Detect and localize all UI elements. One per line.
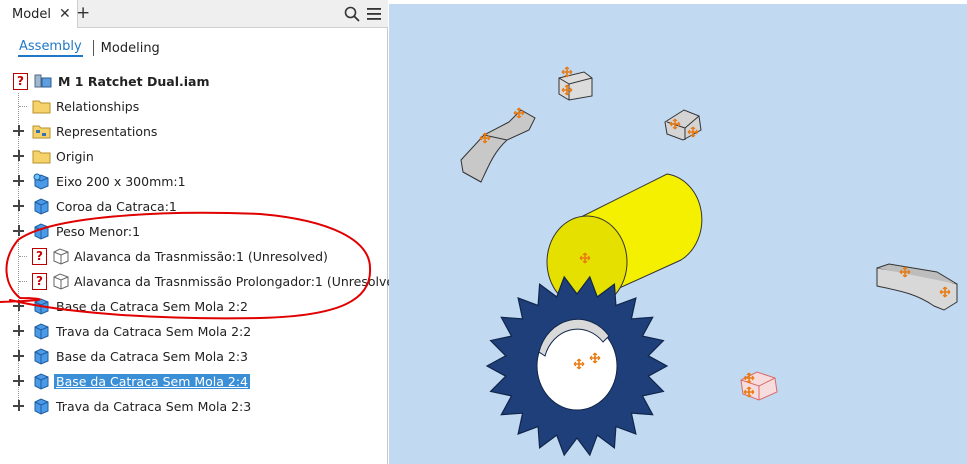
mode-switcher: Assembly Modeling (18, 37, 160, 59)
expand-icon[interactable] (13, 200, 24, 211)
tree-branch-line (19, 281, 27, 282)
top-ruler-strip (389, 0, 967, 4)
representations-folder-icon (32, 125, 51, 139)
tree-item-alavanca[interactable]: ? Alavanca da Trasnmissão:1 (Unresolved) (32, 245, 328, 267)
tree-item-eixo[interactable]: Eixo 200 x 300mm:1 (32, 170, 186, 192)
part-icon (34, 198, 49, 215)
right-lever-part[interactable] (876, 263, 958, 311)
expand-icon[interactable] (13, 325, 24, 336)
tree-item-label: Base da Catraca Sem Mola 2:3 (56, 348, 249, 364)
tree-item-label-selected: Base da Catraca Sem Mola 2:4 (54, 373, 251, 389)
tab-model-label: Model (12, 6, 52, 22)
part-icon (34, 348, 49, 365)
tree-item-coroa[interactable]: Coroa da Catraca:1 (32, 195, 177, 217)
unresolved-icon: ? (32, 247, 47, 265)
expand-icon[interactable] (13, 300, 24, 311)
close-icon[interactable]: ✕ (59, 6, 71, 22)
menu-icon[interactable] (366, 6, 382, 22)
expand-icon[interactable] (13, 150, 24, 161)
tree-item-label: Relationships (56, 98, 140, 114)
unresolved-icon: ? (32, 272, 47, 290)
tree-item-peso-menor[interactable]: Peso Menor:1 (32, 220, 140, 242)
part-icon (34, 323, 49, 340)
add-tab-icon[interactable]: + (76, 3, 90, 23)
expand-icon[interactable] (13, 225, 24, 236)
folder-icon (32, 150, 51, 164)
tree-item-label: Alavanca da Trasnmissão Prolongador:1 (U… (74, 273, 407, 289)
tree-item-label: Peso Menor:1 (56, 223, 141, 239)
tree-item-representations[interactable]: Representations (32, 120, 157, 142)
search-icon[interactable] (344, 6, 360, 22)
gear-part[interactable] (485, 275, 669, 457)
expand-icon[interactable] (13, 125, 24, 136)
tree-item-alavanca-prolongador[interactable]: ? Alavanca da Trasnmissão Prolongador:1 … (32, 270, 407, 292)
browser-tab-bar: Model ✕ + (0, 0, 388, 28)
expand-icon[interactable] (13, 175, 24, 186)
tree-item-base-2-3[interactable]: Base da Catraca Sem Mola 2:3 (32, 345, 248, 367)
tree-item-label: Trava da Catraca Sem Mola 2:2 (56, 323, 252, 339)
expand-icon[interactable] (13, 350, 24, 361)
part-icon (34, 223, 49, 240)
expand-icon[interactable] (13, 375, 24, 386)
tab-model[interactable]: Model ✕ (0, 0, 78, 28)
model-browser: Model ✕ + Assembly Modeling ? M 1 Ratche… (0, 0, 407, 464)
unresolved-icon: ? (13, 72, 28, 90)
small-cube-part[interactable] (740, 371, 778, 401)
curved-lever-part[interactable] (460, 107, 536, 183)
scene-canvas[interactable] (389, 0, 967, 464)
missing-part-icon (53, 273, 69, 290)
tree-branch-line (19, 106, 27, 107)
tree-item-trava-2-3[interactable]: Trava da Catraca Sem Mola 2:3 (32, 395, 251, 417)
mode-assembly-button[interactable]: Assembly (18, 39, 83, 57)
tree-item-relationships[interactable]: Relationships (32, 95, 139, 117)
tree-item-base-2-2[interactable]: Base da Catraca Sem Mola 2:2 (32, 295, 248, 317)
mode-modeling-button[interactable]: Modeling (101, 41, 160, 56)
part-icon (34, 298, 49, 315)
tree-item-origin[interactable]: Origin (32, 145, 94, 167)
block-part[interactable] (558, 66, 593, 101)
tree-item-label: Trava da Catraca Sem Mola 2:3 (56, 398, 252, 414)
tree-branch-line (19, 256, 27, 257)
tree-item-label: Alavanca da Trasnmissão:1 (Unresolved) (74, 248, 328, 264)
tree-item-base-2-4[interactable]: Base da Catraca Sem Mola 2:4 (32, 370, 251, 392)
tree-item-label: Origin (56, 148, 94, 164)
part-icon (34, 398, 49, 415)
tree-item-label: Coroa da Catraca:1 (56, 198, 177, 214)
mode-separator (92, 40, 94, 56)
expand-icon[interactable] (13, 400, 24, 411)
missing-part-icon (53, 248, 69, 265)
tree-item-label: Eixo 200 x 300mm:1 (56, 173, 186, 189)
tree-item-label: Base da Catraca Sem Mola 2:2 (56, 298, 249, 314)
assembly-icon (34, 74, 52, 88)
folder-icon (32, 100, 51, 114)
tree-item-trava-2-2[interactable]: Trava da Catraca Sem Mola 2:2 (32, 320, 251, 342)
graphics-viewport[interactable] (389, 0, 967, 464)
small-block-part[interactable] (664, 109, 702, 141)
tree-root-label: M 1 Ratchet Dual.iam (58, 73, 210, 89)
tree-root[interactable]: ? M 1 Ratchet Dual.iam (13, 70, 209, 92)
part-icon (34, 373, 49, 390)
part-adaptive-icon (33, 173, 49, 190)
tree-item-label: Representations (56, 123, 158, 139)
